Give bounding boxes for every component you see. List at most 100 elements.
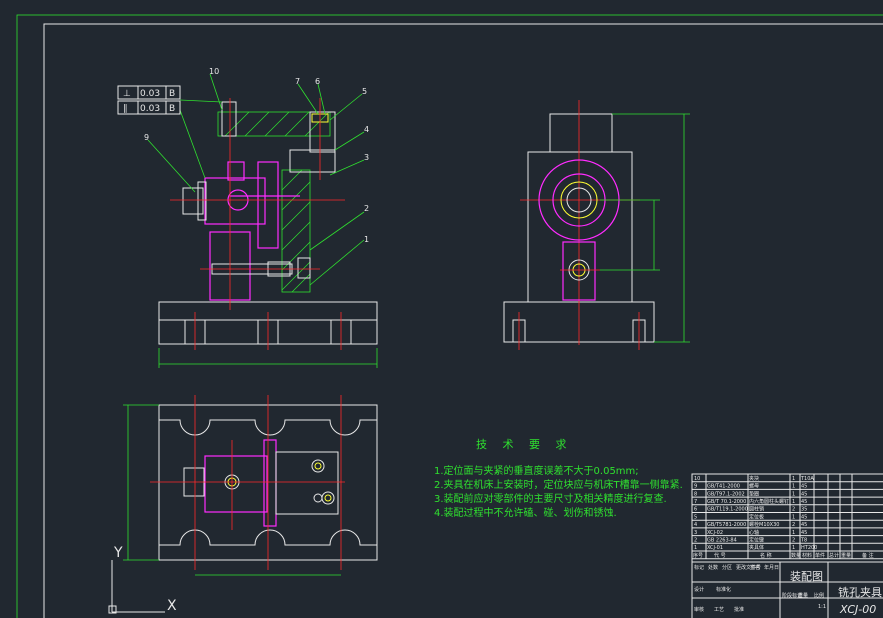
bom-cell-no: 6: [694, 507, 697, 513]
sign-cell: 年月日: [764, 564, 779, 571]
bom-cell-name: 螺母: [749, 483, 759, 490]
bom-cell-material: 45: [801, 484, 807, 490]
bom-cell-code: GB/T97.1-2002: [707, 491, 745, 497]
bom-cell-qty: 1: [792, 545, 795, 551]
bom-header-cell: 备 注: [862, 552, 874, 559]
bom-header-cell: 材料: [802, 552, 812, 559]
sign-cell: 标准化: [716, 586, 731, 593]
bom-cell-name: 心轴: [749, 529, 759, 536]
bom-cell-material: 35: [801, 507, 807, 513]
fcf-1-symbol: ⊥: [123, 89, 131, 99]
tech-req-item-2: 2.夹具在机床上安装时，定位块应与机床T槽靠一侧靠紧.: [434, 478, 683, 491]
bom-cell-qty: 1: [792, 476, 795, 482]
bom-cell-material: T10A: [800, 476, 814, 482]
sign-cell: 工艺: [714, 607, 724, 613]
bom-cell-code: GB/T119.1-2000: [707, 507, 748, 513]
bom-cell-no: 3: [694, 530, 697, 536]
tech-req-item-4: 4.装配过程中不允许磕、碰、划伤和锈蚀.: [434, 506, 617, 519]
bom-cell-qty: 1: [792, 484, 795, 490]
bom-cell-material: T8: [800, 538, 807, 544]
bom-cell-code: GB/T41-2000: [707, 484, 740, 490]
balloon-2: 2: [364, 204, 369, 213]
bom-header-cell: 重量: [841, 552, 851, 559]
sign-cell: 设计: [694, 586, 704, 593]
sign-cell: 分区: [722, 564, 732, 571]
title-block[interactable]: 10 夹块 1 T10A9 GB/T41-2000 螺母 1 458 GB/T97.1-2002…: [691, 473, 883, 618]
bom-cell-qty: 2: [792, 507, 795, 513]
front-section-view[interactable]: 10 7 6 5 4 3 2 1 9 ⊥ 0.03 B ∥ 0.03 B: [117, 67, 378, 368]
bom-cell-code: GB 2263-84: [707, 538, 737, 544]
feature-control-frame-1[interactable]: ⊥ 0.03 B: [117, 85, 181, 100]
bom-cell-no: 4: [694, 522, 697, 528]
bom-cell-name: 定位键: [749, 537, 764, 544]
bom-cell-no: 8: [694, 491, 697, 497]
balloon-9: 9: [144, 133, 149, 142]
ucs-x-label: X: [167, 598, 177, 614]
bom-cell-qty: 1: [792, 514, 795, 520]
fcf-2-datum: B: [169, 104, 175, 114]
tech-req-item-1: 1.定位面与夹紧的垂直度误差不大于0.05mm;: [434, 464, 639, 477]
drawing-number: XCJ-00: [839, 603, 876, 616]
balloon-7: 7: [295, 77, 300, 86]
bom-cell-material: 45: [801, 522, 807, 528]
sign-cell: 比例: [814, 592, 824, 599]
bom-cell-no: 1: [694, 545, 697, 551]
bom-cell-no: 9: [694, 484, 697, 490]
bom-cell-no: 5: [694, 514, 697, 520]
bom-cell-code: XCJ-01: [707, 545, 723, 551]
tech-requirements: 技 术 要 求 1.定位面与夹紧的垂直度误差不大于0.05mm; 2.夹具在机床…: [434, 438, 683, 519]
bom-header-cell: 代 号: [714, 552, 726, 559]
balloon-4: 4: [364, 125, 369, 134]
product-name: 铣孔夹具: [838, 585, 882, 599]
top-view[interactable]: [123, 395, 378, 576]
bom-cell-qty: 1: [792, 499, 795, 505]
ucs-icon: Y X: [108, 545, 177, 614]
fcf-1-value: 0.03: [140, 89, 160, 99]
drawing-canvas[interactable]: 10 7 6 5 4 3 2 1 9 ⊥ 0.03 B ∥ 0.03 B 技 术…: [0, 0, 883, 618]
bom-cell-qty: 1: [792, 530, 795, 536]
bom-header-cell: 序号: [693, 552, 703, 559]
balloon-5: 5: [362, 87, 367, 96]
balloon-6: 6: [315, 77, 320, 86]
tech-req-title: 技 术 要 求: [476, 438, 573, 451]
sign-cell: 处数: [708, 564, 718, 571]
bom-header-cell: 数量: [791, 552, 801, 559]
side-view[interactable]: [503, 100, 690, 350]
bom-cell-qty: 2: [792, 538, 795, 544]
bom-cell-no: 2: [694, 538, 697, 544]
balloon-3: 3: [364, 153, 369, 162]
fcf-2-value: 0.03: [140, 104, 160, 114]
bom-cell-name: 夹具体: [749, 544, 764, 551]
bom-cell-name: 垫圈: [749, 490, 759, 497]
bom-cell-qty: 1: [792, 491, 795, 497]
bom-cell-material: 45: [801, 530, 807, 536]
balloon-10: 10: [209, 67, 219, 76]
bom-header-cell: 单件: [815, 552, 825, 559]
bom-header-cell: 名 称: [760, 552, 772, 559]
bom-cell-no: 7: [694, 499, 697, 505]
bom-cell-name: 定位板: [749, 513, 764, 520]
bom-cell-material: 45: [801, 499, 807, 505]
bom-cell-material: HT200: [801, 545, 817, 551]
scale-value: 1:1: [818, 604, 826, 610]
bom-cell-material: 45: [801, 491, 807, 497]
sign-cell: 批准: [734, 606, 744, 613]
bom-cell-name: 内六角圆柱头螺钉: [749, 498, 789, 505]
bom-cell-name: 夹块: [749, 475, 759, 482]
bom-header-cell: 总计: [829, 552, 839, 559]
bom-cell-code: GB/T 70.1-2000: [707, 499, 746, 505]
bom-cell-name: 圆柱销: [749, 506, 764, 513]
ucs-y-label: Y: [113, 545, 123, 561]
drawing-name: 装配图: [790, 570, 823, 583]
bom-cell-name: 螺栓M10X30: [749, 521, 779, 528]
balloon-1: 1: [364, 235, 369, 244]
sign-cell: 标记: [694, 564, 704, 571]
bom-cell-no: 10: [694, 476, 700, 482]
bom-cell-code: GB/T5781-2000: [707, 522, 746, 528]
fcf-1-datum: B: [169, 89, 175, 99]
feature-control-frame-2[interactable]: ∥ 0.03 B: [117, 100, 181, 115]
bom-cell-qty: 2: [792, 522, 795, 528]
sign-cell: 签名: [750, 564, 760, 571]
sign-cell: 审核: [694, 606, 704, 613]
bom-cell-material: 45: [801, 514, 807, 520]
